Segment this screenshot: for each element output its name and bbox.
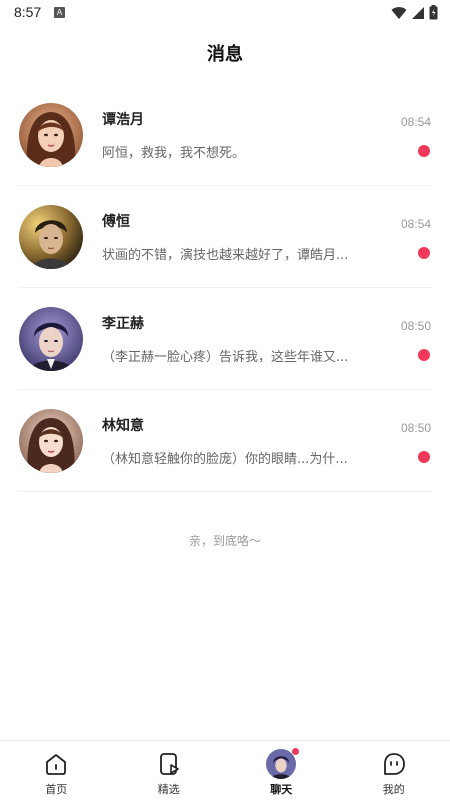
- unread-dot: [418, 349, 430, 361]
- unread-dot: [418, 145, 430, 157]
- bottom-tab-bar: 首页 精选 聊天 我的: [0, 740, 450, 801]
- wifi-icon: [391, 6, 407, 20]
- end-of-list-text: 亲，到底咯～: [0, 532, 450, 549]
- chat-preview: 阿恒，救我，我不想死。: [102, 142, 372, 161]
- tab-label: 精选: [113, 781, 226, 797]
- a-app-icon: A: [54, 7, 65, 18]
- battery-icon: [429, 5, 438, 20]
- chat-time: 08:54: [401, 115, 431, 129]
- home-icon: [43, 751, 69, 777]
- status-icons: [391, 5, 438, 20]
- tab-featured[interactable]: 精选: [113, 741, 226, 801]
- chat-list-item[interactable]: 李正赫 08:50 （李正赫一脸心疼）告诉我，这些年谁又...: [0, 288, 450, 390]
- tab-label: 首页: [0, 781, 113, 797]
- avatar[interactable]: [19, 409, 83, 473]
- chat-name: 傅恒: [102, 211, 130, 231]
- avatar[interactable]: [19, 103, 83, 167]
- page-title: 消息: [0, 40, 450, 66]
- chat-name: 谭浩月: [102, 109, 144, 129]
- tab-label: 我的: [338, 781, 450, 797]
- chat-preview: （李正赫一脸心疼）告诉我，这些年谁又...: [102, 346, 372, 365]
- signal-icon: [411, 6, 425, 20]
- chat-name: 林知意: [102, 415, 144, 435]
- notification-dot: [292, 748, 299, 755]
- status-time: 8:57: [14, 4, 41, 20]
- chat-preview: （林知意轻触你的脸庞）你的眼睛...为什...: [102, 448, 372, 467]
- chat-bubble-face-icon: [381, 751, 407, 777]
- chat-list-item[interactable]: 谭浩月 08:54 阿恒，救我，我不想死。: [0, 84, 450, 186]
- chat-list: 谭浩月 08:54 阿恒，救我，我不想死。: [0, 84, 450, 492]
- divider: [18, 491, 432, 492]
- play-card-icon: [156, 751, 182, 777]
- unread-dot: [418, 451, 430, 463]
- chat-time: 08:50: [401, 319, 431, 333]
- chat-preview: 状画的不错，演技也越来越好了，谭皓月...: [102, 244, 372, 263]
- avatar[interactable]: [19, 205, 83, 269]
- status-bar: 8:57 A: [0, 0, 450, 26]
- chat-list-item[interactable]: 傅恒 08:54 状画的不错，演技也越来越好了，谭皓月...: [0, 186, 450, 288]
- tab-home[interactable]: 首页: [0, 741, 113, 801]
- tab-profile[interactable]: 我的: [338, 741, 450, 801]
- tab-label: 聊天: [225, 781, 338, 797]
- tab-chat[interactable]: 聊天: [225, 741, 338, 801]
- chat-name: 李正赫: [102, 313, 144, 333]
- unread-dot: [418, 247, 430, 259]
- chat-time: 08:54: [401, 217, 431, 231]
- chat-time: 08:50: [401, 421, 431, 435]
- chat-list-item[interactable]: 林知意 08:50 （林知意轻触你的脸庞）你的眼睛...为什...: [0, 390, 450, 492]
- avatar[interactable]: [19, 307, 83, 371]
